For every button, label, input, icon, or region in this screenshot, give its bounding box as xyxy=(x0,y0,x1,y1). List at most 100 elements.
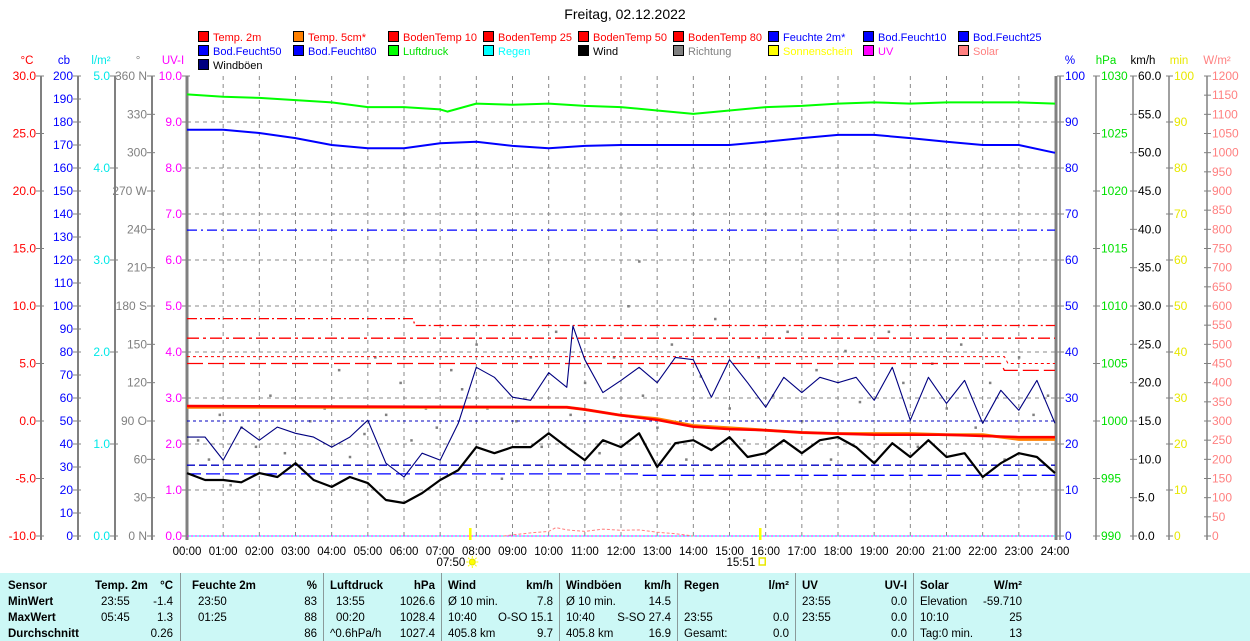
axis-tick-label: 80 xyxy=(1065,161,1079,175)
richtung-point xyxy=(742,439,746,442)
axis-tick-label: 5.0 xyxy=(1138,491,1155,505)
axis-tick-label: 110 xyxy=(54,276,73,290)
stats-cell: MinWert xyxy=(8,596,54,608)
axis-tick-label: 6.0 xyxy=(165,253,182,267)
axis-tick-label: 0 xyxy=(1212,529,1219,543)
x-tick-label: 18:00 xyxy=(824,546,853,558)
axis-tick-label: -10.0 xyxy=(9,529,37,543)
richtung-point xyxy=(887,330,891,334)
axis-unit-min: min xyxy=(1170,55,1189,67)
stats-cell: l/m² xyxy=(768,580,789,592)
x-tick-label: 12:00 xyxy=(607,546,636,558)
axis-tick-label: 1025 xyxy=(1101,127,1128,141)
stats-cell: 25 xyxy=(1009,612,1022,624)
column-separator xyxy=(323,573,324,641)
axis-tick-label: 550 xyxy=(1212,318,1232,332)
axis-tick-label: 70 xyxy=(1174,207,1188,221)
axis-tick-label: 160 xyxy=(53,161,73,175)
axis-tick-label: 180 xyxy=(53,115,73,129)
axis-tick-label: 60 xyxy=(60,391,74,405)
richtung-point xyxy=(410,439,413,442)
axis-tick-label: 10.0 xyxy=(159,69,183,83)
statistics-table: Sensor MinWert MaxWert Durchschnitt Temp. 2m… xyxy=(0,573,1250,641)
richtung-point xyxy=(554,330,558,334)
stats-cell: km/h xyxy=(644,580,671,592)
axis-tick-label: 9.0 xyxy=(165,115,182,129)
axis-tick-label: 50 xyxy=(60,414,74,428)
x-tick-label: 08:00 xyxy=(462,546,491,558)
axis-tick-label: 0 xyxy=(1065,529,1072,543)
axis-tick-label: 5.0 xyxy=(19,357,36,371)
axis-tick-label: 10 xyxy=(1174,483,1188,497)
stats-cell: 23:55 xyxy=(802,596,831,608)
axis-tick-label: 0.0 xyxy=(93,529,110,543)
stats-cell: 1.3 xyxy=(157,612,173,624)
axis-tick-label: 10 xyxy=(60,506,74,520)
axis-unit-cb: cb xyxy=(58,55,70,67)
column-separator xyxy=(795,573,796,641)
stats-cell: 0.0 xyxy=(891,596,907,608)
axis-tick-label: 1020 xyxy=(1101,184,1128,198)
axis-unit-dir: ° xyxy=(136,55,141,67)
x-tick-label: 13:00 xyxy=(643,546,672,558)
stats-cell: 0.0 xyxy=(891,628,907,640)
axis-unit-solar: W/m² xyxy=(1203,55,1231,67)
column-separator xyxy=(559,573,560,641)
stats-cell: Windböen xyxy=(566,580,622,592)
sun-disc xyxy=(468,558,476,566)
axis-tick-label: 50 xyxy=(1212,510,1226,524)
richtung-point xyxy=(685,458,688,461)
axis-tick-label: 90 xyxy=(1065,115,1079,129)
stats-cell: Luftdruck xyxy=(330,580,384,592)
sunrise-time: 07:50 xyxy=(437,557,466,569)
stats-cell: 10:40 xyxy=(448,612,477,624)
axis-tick-label: 200 xyxy=(53,69,73,83)
axis-tick-label: 850 xyxy=(1212,203,1232,217)
axis-tick-label: 650 xyxy=(1212,280,1232,294)
richtung-point xyxy=(641,394,645,397)
axis-tick-label: 140 xyxy=(53,207,73,221)
axis-tick-label: 150 xyxy=(53,184,73,198)
x-tick-label: 05:00 xyxy=(353,546,382,558)
axis-tick-label: 20.0 xyxy=(13,184,37,198)
richtung-point xyxy=(337,368,341,372)
axis-tick-label: 995 xyxy=(1101,472,1121,486)
stats-cell: % xyxy=(306,580,317,592)
stats-cell: 0.26 xyxy=(150,628,173,640)
stats-cell: 23:55 xyxy=(802,612,831,624)
stats-cell: 86 xyxy=(304,628,317,640)
richtung-point xyxy=(207,458,211,461)
x-tick-label: 06:00 xyxy=(390,546,419,558)
stats-cell: 23:50 xyxy=(198,596,227,608)
axis-tick-label: 350 xyxy=(1212,395,1232,409)
richtung-point xyxy=(844,349,847,353)
axis-tick-label: 270 W xyxy=(112,184,147,198)
richtung-point xyxy=(348,455,352,459)
richtung-point xyxy=(399,381,402,385)
axis-tick-label: 1030 xyxy=(1101,69,1128,83)
axis-tick-label: 10.0 xyxy=(13,299,37,313)
x-tick-label: 10:00 xyxy=(534,546,563,558)
x-tick-label: 11:00 xyxy=(571,546,599,558)
axis-tick-label: 170 xyxy=(53,138,73,152)
axis-tick-label: 1150 xyxy=(1212,88,1238,102)
stats-cell: 10:10 xyxy=(920,612,949,624)
axis-tick-label: 800 xyxy=(1212,222,1232,236)
axis-unit-wind: km/h xyxy=(1131,55,1156,67)
richtung-point xyxy=(670,343,674,346)
axis-tick-label: 60.0 xyxy=(1138,69,1162,83)
axis-tick-label: 300 xyxy=(1212,414,1232,428)
axis-tick-label: 100 xyxy=(53,299,73,313)
column-separator xyxy=(913,573,914,641)
axis-tick-label: 120 xyxy=(53,253,73,267)
axis-tick-label: 400 xyxy=(1212,376,1232,390)
axis-tick-label: 150 xyxy=(127,337,147,351)
richtung-point xyxy=(656,426,659,429)
stats-cell: 01:25 xyxy=(198,612,227,624)
axis-tick-label: 450 xyxy=(1212,357,1232,371)
axis-tick-label: 70 xyxy=(60,368,74,382)
axis-tick-label: 3.0 xyxy=(93,253,110,267)
x-tick-label: 21:00 xyxy=(932,546,961,558)
axis-tick-label: 10 xyxy=(1065,483,1079,497)
stats-cell: Feuchte 2m xyxy=(192,580,256,592)
